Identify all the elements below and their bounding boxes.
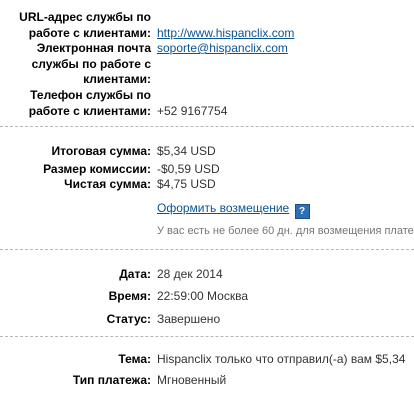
support-email-value[interactable]: soporte@hispanclix.com [157, 41, 288, 57]
support-url-value[interactable]: http://www.hispanclix.com [157, 26, 294, 42]
total-amount-value: $5,34 USD [157, 144, 216, 158]
payment-type-label: Тип платежа: [72, 373, 151, 387]
support-email-label-line: Электронная почта [36, 41, 151, 55]
support-email-link[interactable]: soporte@hispanclix.com [157, 41, 288, 55]
time-value: 22:59:00 Москва [157, 289, 249, 303]
payment-type-value: Мгновенный [157, 373, 227, 387]
support-phone-label: Телефон службы по работе с клиентами: [29, 88, 151, 119]
refund-row: Оформить возмещение ? [157, 201, 310, 219]
support-url-label-line: работе с клиентами: [28, 25, 151, 40]
time-label: Время: [108, 289, 151, 303]
support-url-label-line: URL-адрес службы по [19, 10, 151, 24]
support-email-label-line: службы по работе с [31, 56, 151, 71]
support-phone-value: +52 9167754 [157, 103, 228, 118]
status-label: Статус: [106, 312, 151, 326]
section-divider [0, 126, 414, 127]
total-amount-label: Итоговая сумма: [51, 144, 151, 158]
section-divider [0, 249, 414, 250]
refund-note: У вас есть не более 60 дн. для возмещени… [157, 225, 414, 237]
support-url-label: URL-адрес службы по работе с клиентами: [19, 10, 151, 41]
date-value: 28 дек 2014 [157, 267, 223, 281]
support-url-link[interactable]: http://www.hispanclix.com [157, 26, 294, 40]
net-amount-value: $4,75 USD [157, 177, 216, 191]
help-icon[interactable]: ? [294, 204, 310, 219]
support-email-label-line: клиентами: [83, 72, 151, 86]
status-value: Завершено [157, 312, 221, 326]
section-divider [0, 336, 414, 337]
support-phone-label-line: Телефон службы по [30, 88, 151, 102]
support-phone-label-line: работе с клиентами: [28, 103, 151, 118]
subject-value: Hispanclix только что отправил(-а) вам $… [157, 352, 406, 366]
net-amount-label: Чистая сумма: [64, 177, 151, 191]
support-email-label: Электронная почта службы по работе с кли… [32, 41, 151, 88]
refund-link[interactable]: Оформить возмещение [157, 201, 289, 215]
subject-label: Тема: [118, 352, 151, 366]
date-label: Дата: [119, 267, 151, 281]
fee-amount-value: -$0,59 USD [157, 162, 220, 176]
fee-amount-label: Размер комиссии: [43, 162, 151, 176]
